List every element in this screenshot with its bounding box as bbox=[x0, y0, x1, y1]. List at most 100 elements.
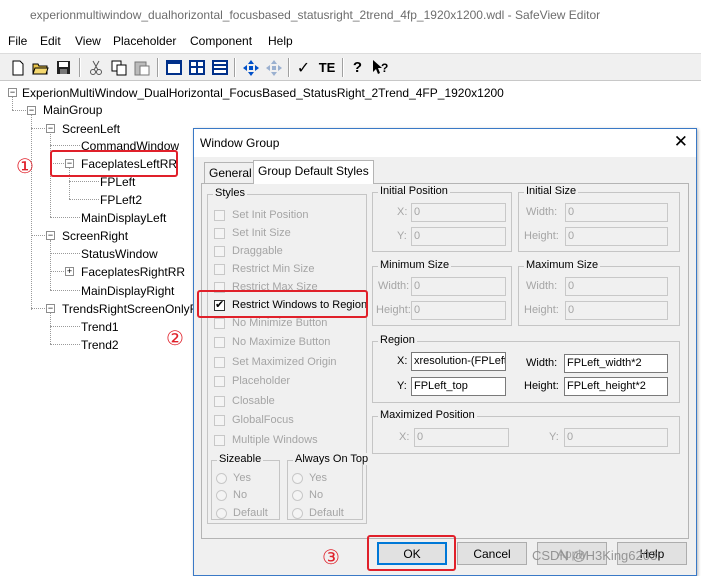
menu-view[interactable]: View bbox=[75, 34, 101, 48]
maximum-width-field[interactable]: 0 bbox=[565, 277, 668, 296]
split-horizontal-icon[interactable] bbox=[186, 57, 207, 78]
menu-component[interactable]: Component bbox=[190, 34, 252, 48]
tree-line bbox=[50, 145, 80, 146]
initial-height-label: Height: bbox=[524, 230, 559, 242]
text-edit-icon[interactable]: TE bbox=[314, 57, 340, 78]
region-y-field[interactable]: FPLeft_top bbox=[411, 377, 506, 396]
tree-node-fp-left2[interactable]: FPLeft2 bbox=[100, 193, 142, 207]
tree-collapse-toggle[interactable]: − bbox=[46, 124, 55, 133]
menu-edit[interactable]: Edit bbox=[40, 34, 61, 48]
annotation-callout-2: ② bbox=[166, 326, 184, 350]
menu-placeholder[interactable]: Placeholder bbox=[113, 34, 176, 48]
tree-node-screen-right[interactable]: ScreenRight bbox=[62, 229, 128, 243]
minimum-height-field[interactable]: 0 bbox=[411, 301, 506, 320]
tree-line bbox=[31, 128, 45, 129]
open-folder-icon[interactable] bbox=[30, 57, 51, 78]
initial-width-label: Width: bbox=[526, 206, 558, 218]
minimum-width-field[interactable]: 0 bbox=[411, 277, 506, 296]
tree-node-main-display-left[interactable]: MainDisplayLeft bbox=[81, 211, 166, 225]
new-file-icon[interactable] bbox=[7, 57, 28, 78]
region-y-label: Y: bbox=[397, 380, 407, 392]
tab-panel: Styles Set Init Position Set Init Size D… bbox=[201, 183, 689, 539]
split-vertical-icon[interactable] bbox=[209, 57, 230, 78]
annotation-callout-1: ① bbox=[16, 154, 34, 178]
initial-size-group: Initial Size Width: 0 Height: 0 bbox=[518, 185, 680, 252]
tree-node-main-group[interactable]: MainGroup bbox=[43, 103, 102, 117]
tree-line bbox=[50, 344, 80, 345]
minimum-width-label: Width: bbox=[378, 280, 410, 292]
tree-collapse-toggle[interactable]: − bbox=[46, 231, 55, 240]
sizeable-label: Sizeable bbox=[217, 453, 264, 465]
tree-node-trend1[interactable]: Trend1 bbox=[81, 320, 119, 334]
maximum-size-label: Maximum Size bbox=[524, 259, 601, 271]
annotation-highlight-box bbox=[50, 150, 178, 177]
minimum-size-label: Minimum Size bbox=[378, 259, 452, 271]
region-group: Region X: xresolution-(FPLeft_ Y: FPLeft… bbox=[372, 334, 680, 403]
app-title-bar: experionmultiwindow_dualhorizontal_focus… bbox=[0, 0, 701, 31]
initial-y-field[interactable]: 0 bbox=[411, 227, 506, 246]
styles-group: Styles Set Init Position Set Init Size D… bbox=[207, 187, 371, 524]
checkmark-icon[interactable]: ✓ bbox=[293, 57, 314, 78]
tree-node-faceplates-right[interactable]: FaceplatesRightRR bbox=[81, 265, 185, 279]
sizeable-group: Sizeable Yes No Default bbox=[211, 453, 280, 520]
menu-help[interactable]: Help bbox=[268, 34, 293, 48]
tree-collapse-toggle[interactable]: − bbox=[46, 304, 55, 313]
tree-expand-toggle[interactable]: + bbox=[65, 267, 74, 276]
tree-line bbox=[31, 308, 45, 309]
context-help-icon[interactable]: ? bbox=[369, 57, 390, 78]
region-x-field[interactable]: xresolution-(FPLeft_ bbox=[411, 352, 506, 371]
tree-line bbox=[50, 271, 64, 272]
region-height-label: Height: bbox=[524, 380, 559, 392]
tree-node-fp-left[interactable]: FPLeft bbox=[100, 175, 135, 189]
window-layout-icon[interactable] bbox=[163, 57, 184, 78]
maximum-height-field[interactable]: 0 bbox=[565, 301, 668, 320]
initial-size-label: Initial Size bbox=[524, 185, 579, 197]
toolbar-separator bbox=[157, 58, 159, 77]
initial-x-field[interactable]: 0 bbox=[411, 203, 506, 222]
region-width-field[interactable]: FPLeft_width*2 bbox=[564, 354, 668, 373]
always-on-top-group: Always On Top Yes No Default bbox=[287, 453, 371, 520]
tree-node-main-display-right[interactable]: MainDisplayRight bbox=[81, 284, 174, 298]
tree-node-trends-right[interactable]: TrendsRightScreenOnlyRR bbox=[62, 302, 207, 316]
dialog-title-bar: Window Group ✕ bbox=[194, 129, 696, 157]
toolbar: ✓ TE ? ? bbox=[0, 53, 701, 81]
tab-general[interactable]: General bbox=[204, 162, 257, 183]
help-icon[interactable]: ? bbox=[347, 57, 368, 78]
initial-width-field[interactable]: 0 bbox=[565, 203, 668, 222]
menu-file[interactable]: File bbox=[8, 34, 27, 48]
app-title: experionmultiwindow_dualhorizontal_focus… bbox=[30, 8, 601, 22]
save-icon[interactable] bbox=[53, 57, 74, 78]
cut-icon[interactable] bbox=[85, 57, 106, 78]
maximized-position-label: Maximized Position bbox=[378, 409, 477, 421]
svg-text:?: ? bbox=[381, 61, 388, 75]
paste-icon[interactable] bbox=[131, 57, 152, 78]
tree-node-root[interactable]: ExperionMultiWindow_DualHorizontal_Focus… bbox=[22, 86, 504, 100]
minimum-height-label: Height: bbox=[376, 304, 411, 316]
initial-height-field[interactable]: 0 bbox=[565, 227, 668, 246]
tree-node-screen-left[interactable]: ScreenLeft bbox=[62, 122, 120, 136]
menu-bar: File Edit View Placeholder Component Hel… bbox=[0, 31, 701, 52]
tree-line bbox=[50, 240, 51, 290]
tab-group-default-styles[interactable]: Group Default Styles bbox=[253, 160, 374, 184]
maximized-position-group: Maximized Position X: 0 Y: 0 bbox=[372, 409, 680, 454]
annotation-callout-3: ③ bbox=[322, 545, 340, 569]
tree-collapse-toggle[interactable]: − bbox=[27, 106, 36, 115]
copy-icon[interactable] bbox=[108, 57, 129, 78]
tree-node-status-window[interactable]: StatusWindow bbox=[81, 247, 158, 261]
window-group-dialog: Window Group ✕ General Group Default Sty… bbox=[193, 128, 697, 576]
initial-x-label: X: bbox=[397, 206, 408, 218]
maximized-x-field[interactable]: 0 bbox=[414, 428, 509, 447]
maximized-y-field[interactable]: 0 bbox=[564, 428, 668, 447]
annotation-highlight-box bbox=[197, 290, 368, 318]
region-height-field[interactable]: FPLeft_height*2 bbox=[564, 377, 668, 396]
move-arrows-icon[interactable] bbox=[240, 57, 261, 78]
tree-line bbox=[50, 290, 80, 291]
cancel-button[interactable]: Cancel bbox=[457, 542, 527, 565]
close-icon[interactable]: ✕ bbox=[674, 132, 688, 152]
tree-node-trend2[interactable]: Trend2 bbox=[81, 338, 119, 352]
region-label: Region bbox=[378, 334, 417, 346]
move-arrows-disabled-icon bbox=[263, 57, 284, 78]
tree-collapse-toggle[interactable]: − bbox=[8, 88, 17, 97]
always-on-top-label: Always On Top bbox=[293, 453, 371, 465]
maximized-x-label: X: bbox=[399, 431, 410, 443]
